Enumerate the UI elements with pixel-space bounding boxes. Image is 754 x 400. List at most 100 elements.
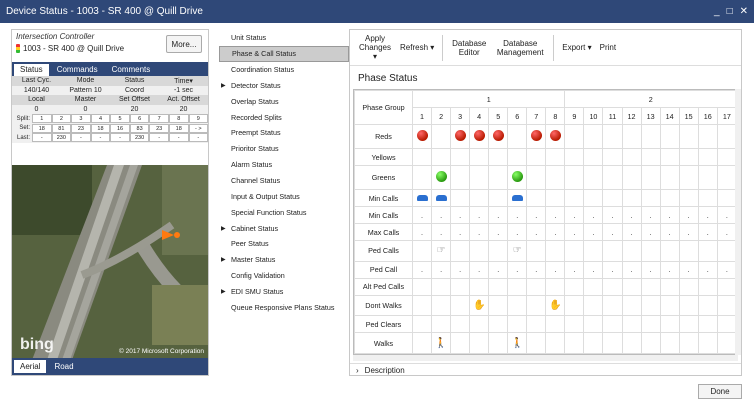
database-editor-button[interactable]: Database Editor [447,39,491,57]
vertical-scrollbar[interactable] [735,89,741,355]
phase-row-label: Ped Call [354,260,413,279]
database-management-button[interactable]: Database Management [491,39,549,57]
expand-arrow-icon[interactable]: ▶ [221,256,226,263]
phase-row-label: Reds [354,124,413,150]
phase-cell [583,165,604,190]
phase-cell: . [450,260,471,279]
phase-row-label: Ped Calls [354,240,413,262]
menu-item-label: Cabinet Status [231,223,279,233]
close-button[interactable]: ✕ [740,6,748,17]
menu-item[interactable]: Preempt Status [219,125,349,141]
minimize-button[interactable]: _ [714,6,720,17]
menu-item[interactable]: Phase & Call Status [219,45,349,62]
phase-cell [469,165,490,190]
phase-cell [678,165,699,190]
menu-item[interactable]: Peer Status [219,236,349,252]
phase-cell [431,165,452,190]
tab-aerial[interactable]: Aerial [14,360,47,373]
split-grid-cell: - [32,133,52,143]
menu-item-label: Peer Status [231,239,269,249]
apply-changes-button[interactable]: Apply Changes ▾ [354,34,396,61]
phase-cell [564,165,585,190]
phase-cell [564,124,585,150]
phase-number: 17 [716,107,738,126]
menu-item[interactable]: Alarm Status [219,157,349,173]
phase-number: 14 [659,107,680,126]
intersection-marker-icon[interactable] [174,232,180,238]
horizontal-scrollbar[interactable] [353,355,738,361]
phase-cell [469,124,490,150]
menu-item[interactable]: Input & Output Status [219,188,349,204]
phase-cell [716,188,738,208]
menu-item[interactable]: ▶ Cabinet Status [219,220,349,236]
status-value: Coord [124,86,145,94]
phase-cell [621,188,642,208]
phase-cell [450,240,471,262]
done-button[interactable]: Done [698,384,742,399]
tab-commands[interactable]: Commands [51,64,104,76]
phase-cell [621,165,642,190]
status-value: 140/140 [23,86,50,94]
tab-road[interactable]: Road [48,360,79,373]
phase-row: Min Calls................. [354,206,738,225]
phase-cell [716,148,738,167]
description-expander[interactable]: › Description [350,363,741,377]
phase-row: Min Calls [354,188,738,208]
maximize-button[interactable]: □ [727,6,733,17]
split-grid-cell: 16 [110,123,130,133]
split-grid-cell: 5 [110,114,130,124]
menu-item[interactable]: ▶ EDI SMU Status [219,284,349,300]
phase-cell [564,332,585,354]
phase-cell [697,148,718,167]
menu-item[interactable]: ▶ Master Status [219,252,349,268]
phase-cell [507,188,528,208]
split-grid-row: Set: 18 81 23 18 16 83 23 18- > [12,123,209,134]
phase-cell: . [659,260,680,279]
menu-item[interactable]: Queue Responsive Plans Status [219,299,349,315]
phase-cell: 🚶 [431,332,452,354]
phase-cell: . [659,223,680,242]
menu-item[interactable]: Unit Status [219,30,349,46]
controller-name: 1003 - SR 400 @ Quill Drive [23,44,125,53]
menu-item[interactable]: Coordination Status [219,62,349,78]
tab-status[interactable]: Status [14,64,49,76]
menu-item[interactable]: Special Function Status [219,204,349,220]
phase-number: 9 [564,107,585,126]
menu-item[interactable]: Prioritor Status [219,141,349,157]
tab-comments[interactable]: Comments [106,64,157,76]
phase-cell [564,188,585,208]
phase-cell: . [450,206,471,225]
expand-arrow-icon[interactable]: ▶ [221,288,226,295]
menu-item[interactable]: ▶ Detector Status [219,78,349,94]
phase-row: Greens [354,165,738,190]
phase-cell [583,277,604,296]
more-button[interactable]: More... [166,35,202,53]
phase-cell: . [507,206,528,225]
phase-cell: ☞ [507,240,528,262]
status-header: Last Cyc. [21,77,52,85]
traffic-light-icon [16,44,20,53]
menu-item[interactable]: Config Validation [219,268,349,284]
phase-cell [450,165,471,190]
export-button[interactable]: Export ▾ [558,43,595,52]
menu-item[interactable]: Channel Status [219,173,349,189]
print-button[interactable]: Print [596,43,620,52]
phase-cell [469,332,490,354]
menu-item[interactable]: Overlap Status [219,93,349,109]
menu-item[interactable]: Recorded Splits [219,109,349,125]
refresh-button[interactable]: Refresh ▾ [396,43,438,52]
phase-cell [640,165,661,190]
phase-cell [697,188,718,208]
phase-cell [640,124,661,150]
phase-cell [526,165,547,190]
expand-arrow-icon[interactable]: ▶ [221,225,226,232]
phase-number: 15 [678,107,699,126]
phase-row: Ped Calls ☞ ☞ [354,240,738,262]
expand-arrow-icon[interactable]: ▶ [221,82,226,89]
menu-item-label: Detector Status [231,80,281,90]
phase-cell: . [507,260,528,279]
phase-cell [659,188,680,208]
aerial-map[interactable]: bing © 2017 Microsoft Corporation [12,165,208,360]
phase-cell [450,188,471,208]
phase-row-label: Greens [354,165,413,190]
